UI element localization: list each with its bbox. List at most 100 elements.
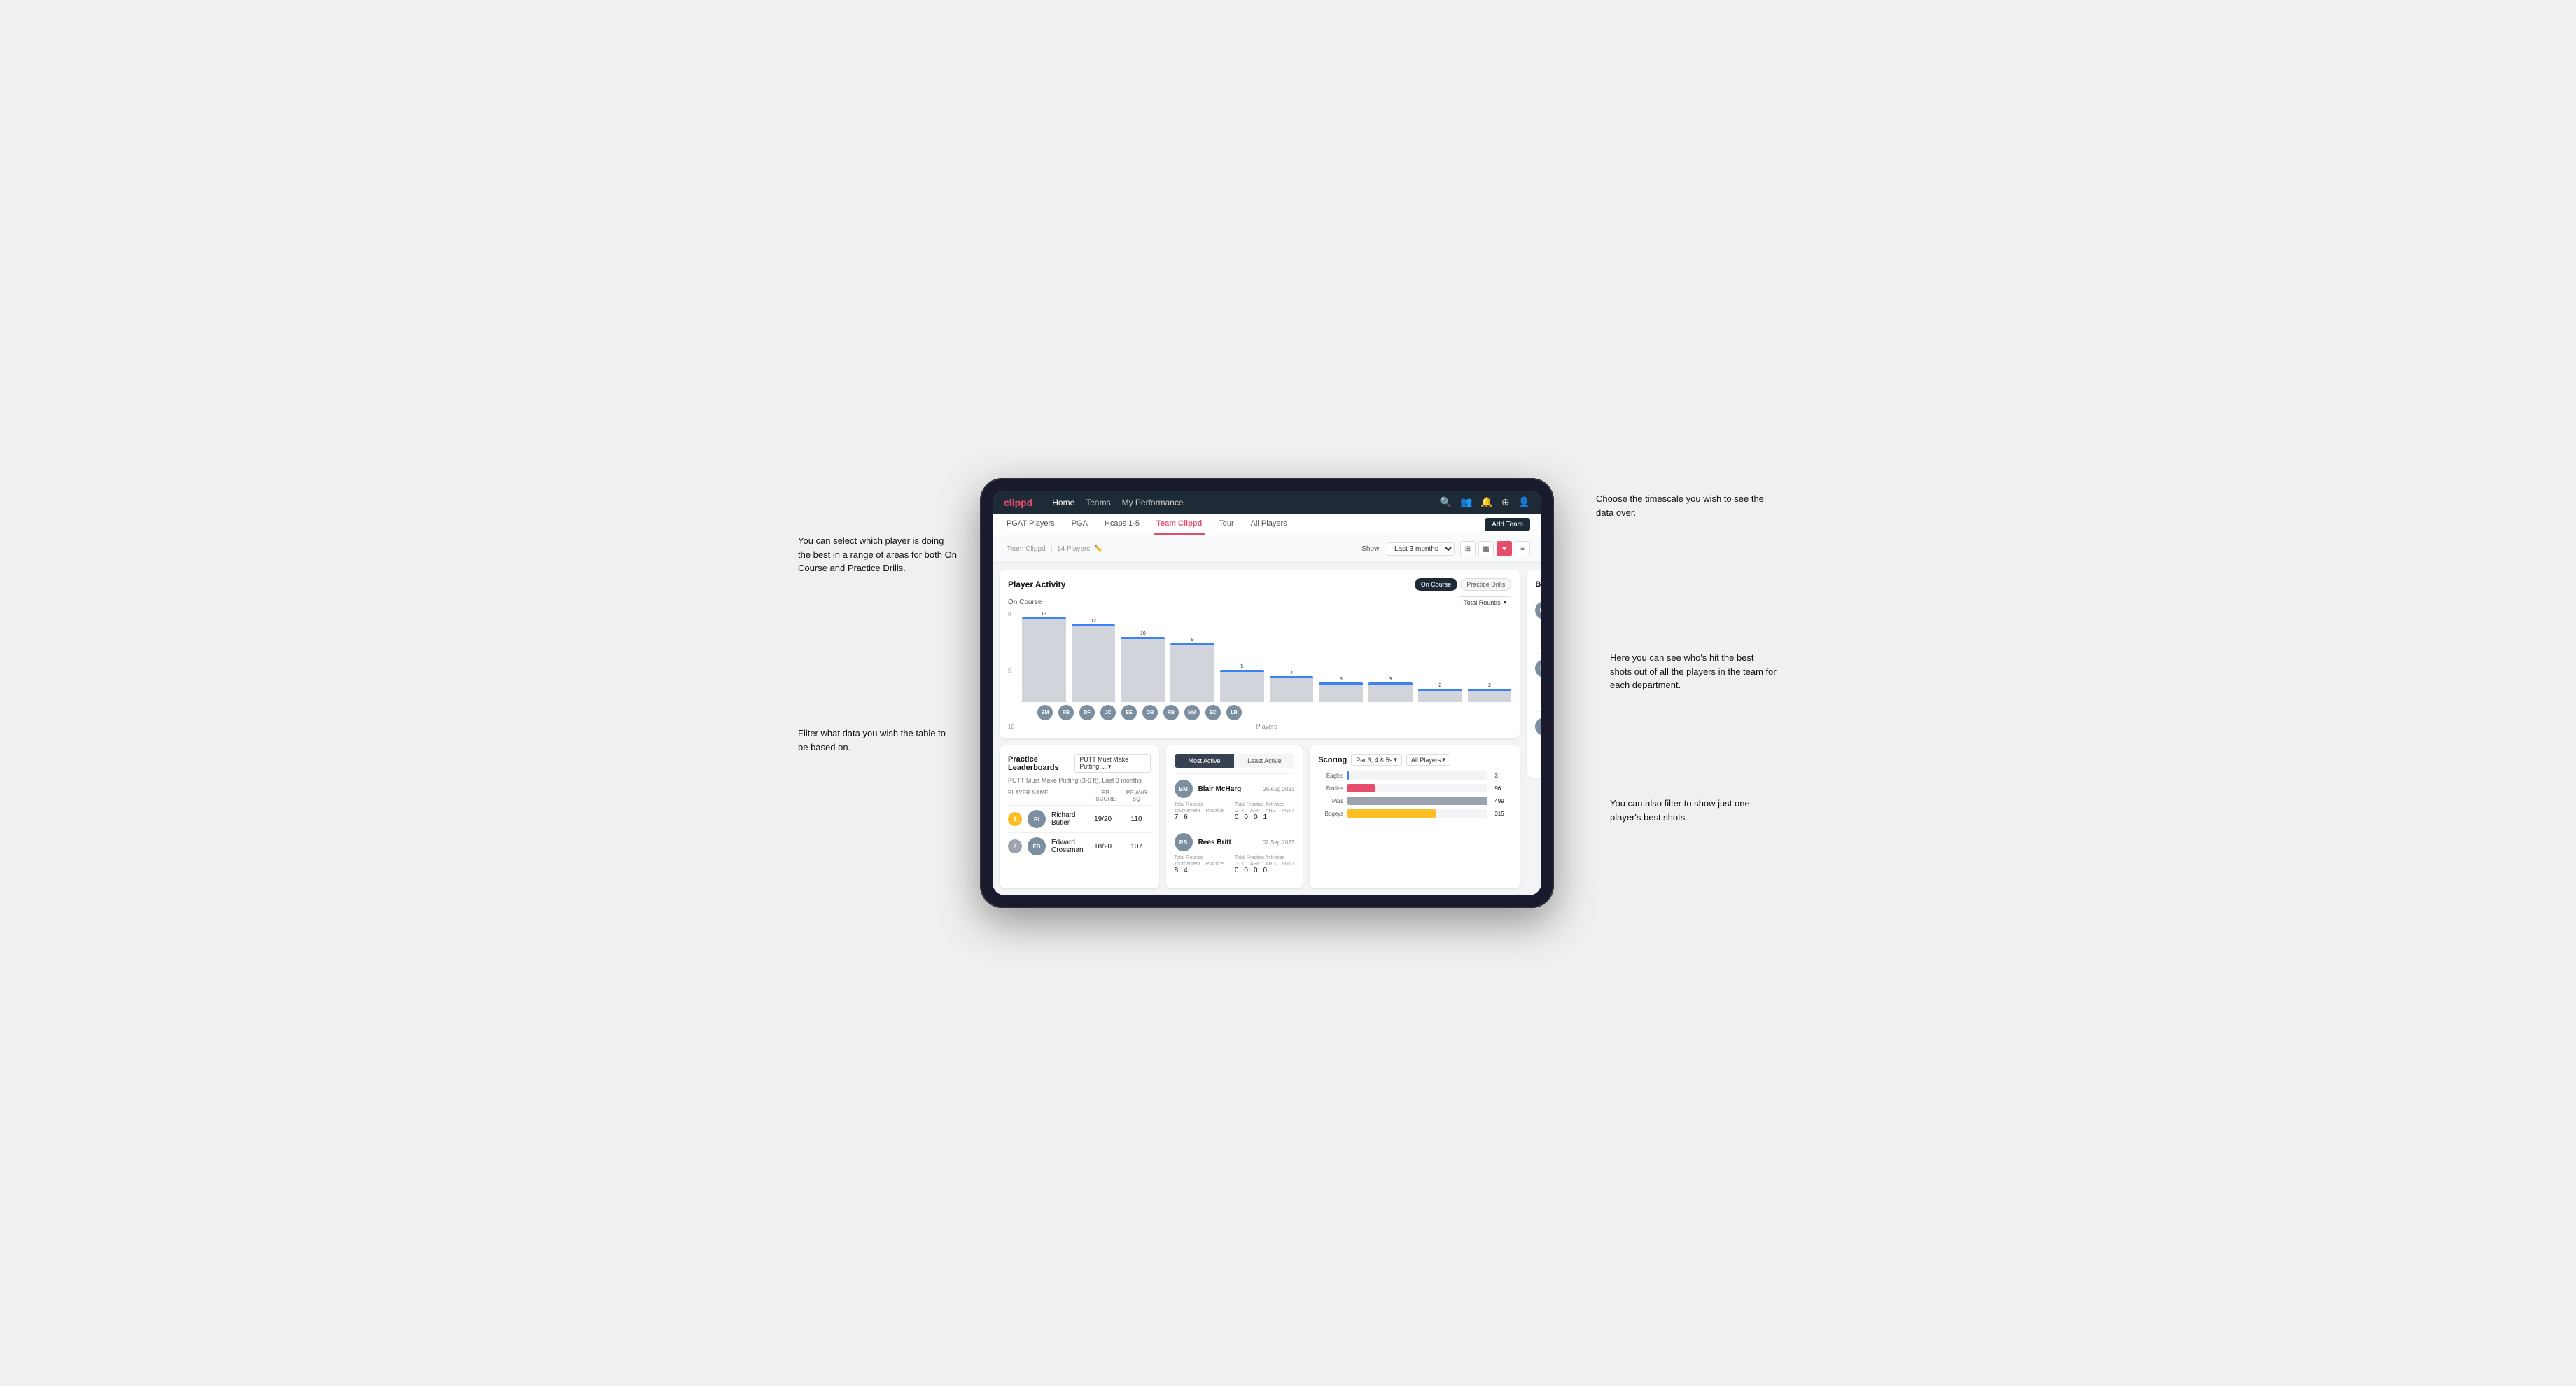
player-name: Richard Butler <box>1051 811 1084 827</box>
view-grid2-icon[interactable]: ▦ <box>1478 541 1494 556</box>
annotation-right-mid: Here you can see who's hit the best shot… <box>1610 651 1778 692</box>
player-name: Edward Crossman <box>1051 839 1084 854</box>
view-list-icon[interactable]: ≡ <box>1515 541 1530 556</box>
active-player-card: RB Rees Britt 02 Sep 2023 Total Rounds T… <box>1175 827 1295 880</box>
shot-player-row: DF David Ford 24 Aug 2023 · Royal North … <box>1535 718 1541 736</box>
bar-column: 13 <box>1022 612 1066 702</box>
rank-badge: 1 <box>1008 812 1022 826</box>
avatar: RB <box>1175 833 1193 851</box>
bar-column: 4 <box>1270 671 1314 702</box>
chart-section-label: On Course <box>1008 598 1042 606</box>
tab-all-players[interactable]: All Players <box>1248 514 1290 535</box>
scoring-chart: Eagles 3 Birdies 96 Pars 499 Bogeys 315 <box>1318 771 1511 818</box>
tab-least-active[interactable]: Least Active <box>1234 754 1294 768</box>
chart-header: On Course Total Rounds ▾ <box>1008 596 1511 608</box>
scoring-value: 315 <box>1494 811 1511 817</box>
leaderboard-cols: PLAYER NAME PB SCORE PB AVG SQ <box>1008 790 1151 802</box>
bar-column: 3 <box>1319 677 1363 702</box>
nav-link-performance[interactable]: My Performance <box>1122 498 1184 507</box>
chart-x-label: Players <box>1022 723 1511 730</box>
toggle-on-course[interactable]: On Course <box>1415 578 1458 591</box>
chart-filter-dropdown[interactable]: Total Rounds ▾ <box>1459 596 1511 608</box>
tab-most-active[interactable]: Most Active <box>1175 754 1235 768</box>
avatar: EC <box>1205 705 1221 720</box>
scoring-label: Birdies <box>1318 785 1343 792</box>
add-team-button[interactable]: Add Team <box>1485 518 1530 531</box>
scoring-label: Pars <box>1318 798 1343 804</box>
tab-team-clippd[interactable]: Team Clippd <box>1154 514 1205 535</box>
leaderboard-filter[interactable]: PUTT Must Make Putting ... ▾ <box>1074 754 1150 773</box>
player-name: Rees Britt <box>1198 839 1231 846</box>
period-select[interactable]: Last 3 months <box>1387 542 1455 556</box>
avatar: ED <box>1028 837 1046 855</box>
best-shots-header: Best Shots All Shots ▾ All Players ▾ <box>1535 578 1541 590</box>
annotation-top-left: You can select which player is doing the… <box>798 534 959 575</box>
sub-nav: PGAT Players PGA Hcaps 1-5 Team Clippd T… <box>993 514 1541 536</box>
bar-column: 5 <box>1220 664 1264 702</box>
nav-links: Home Teams My Performance <box>1052 498 1425 507</box>
avatar: OB <box>1142 705 1158 720</box>
practice-group: Total Practice Activities GTT APP ARG PU… <box>1235 855 1294 874</box>
avatar: MM <box>1535 601 1541 620</box>
leaderboard-row: 2 ED Edward Crossman 18/20 107 <box>1008 832 1151 860</box>
bar-column: 10 <box>1121 631 1165 702</box>
team-title: Team Clippd | 14 Players <box>1004 545 1090 553</box>
avatar: EE <box>1121 705 1137 720</box>
scoring-bar <box>1348 797 1488 805</box>
player-name: Blair McHarg <box>1198 785 1242 793</box>
nav-icons: 🔍 👥 🔔 ⊕ 👤 <box>1440 496 1530 508</box>
people-icon[interactable]: 👥 <box>1460 496 1472 508</box>
shot-item: MM Matt Miller 09 Jun 2023 · Royal North… <box>1535 596 1541 654</box>
nav-link-teams[interactable]: Teams <box>1086 498 1110 507</box>
scoring-row: Pars 499 <box>1318 797 1511 805</box>
avatar: BM <box>1535 659 1541 678</box>
active-stats-row: Total Rounds Tournament Practice 7 6 Tot… <box>1175 802 1295 821</box>
shot-item: DF David Ford 24 Aug 2023 · Royal North … <box>1535 712 1541 769</box>
tab-hcaps[interactable]: Hcaps 1-5 <box>1102 514 1142 535</box>
chart-bars-area: 1312109543322 BMRBDFJCEEOBRBMMECLR Playe… <box>1022 611 1511 730</box>
tablet-frame: clippd Home Teams My Performance 🔍 👥 🔔 ⊕… <box>980 478 1554 908</box>
player-activity-title: Player Activity <box>1008 580 1065 589</box>
profile-icon[interactable]: 👤 <box>1518 496 1530 508</box>
edit-team-icon[interactable]: ✏️ <box>1094 545 1102 553</box>
view-grid4-icon[interactable]: ⊞ <box>1460 541 1476 556</box>
practice-leaderboards-card: Practice Leaderboards PUTT Must Make Put… <box>1000 746 1159 888</box>
scoring-bar <box>1348 809 1436 818</box>
leaderboard-rows: 1 RI Richard Butler 19/20 110 2 ED Edwar… <box>1008 805 1151 860</box>
nav-link-home[interactable]: Home <box>1052 498 1074 507</box>
active-date: 02 Sep 2023 <box>1263 839 1294 846</box>
chart-y-axis: 10 5 0 <box>1008 611 1021 730</box>
toggle-practice[interactable]: Practice Drills <box>1460 578 1511 591</box>
scoring-title: Scoring <box>1318 756 1347 764</box>
practice-val: 6 <box>1184 813 1188 821</box>
add-icon[interactable]: ⊕ <box>1502 496 1510 508</box>
active-tabs: Most Active Least Active <box>1175 754 1295 768</box>
pb-score: 19/20 <box>1089 816 1117 823</box>
bar-column: 3 <box>1368 677 1413 702</box>
tab-pgat-players[interactable]: PGAT Players <box>1004 514 1058 535</box>
player-activity-card: Player Activity On Course Practice Drill… <box>1000 570 1520 738</box>
scoring-filter1[interactable]: Par 3, 4 & 5s ▾ <box>1351 754 1402 766</box>
tab-pga[interactable]: PGA <box>1069 514 1091 535</box>
practice-val: 4 <box>1184 867 1188 874</box>
scoring-row: Bogeys 315 <box>1318 809 1511 818</box>
bell-icon[interactable]: 🔔 <box>1480 496 1492 508</box>
scoring-value: 499 <box>1494 798 1511 804</box>
bar-column: 12 <box>1072 619 1116 702</box>
scoring-value: 96 <box>1494 785 1511 792</box>
rank-badge: 2 <box>1008 839 1022 853</box>
scoring-bar-wrap <box>1348 809 1488 818</box>
avatar: JC <box>1100 705 1116 720</box>
shot-items: MM Matt Miller 09 Jun 2023 · Royal North… <box>1535 596 1541 769</box>
scoring-filter2[interactable]: All Players ▾ <box>1406 754 1450 766</box>
search-icon[interactable]: 🔍 <box>1440 496 1452 508</box>
annotation-bottom-left: Filter what data you wish the table to b… <box>798 727 952 754</box>
view-heart-icon[interactable]: ♥ <box>1497 541 1512 556</box>
active-stats-row: Total Rounds Tournament Practice 8 4 Tot… <box>1175 855 1295 874</box>
tab-tour[interactable]: Tour <box>1216 514 1236 535</box>
scoring-bar <box>1348 784 1374 792</box>
avatars-row: BMRBDFJCEEOBRBMMECLR <box>1022 705 1511 720</box>
main-content: Player Activity On Course Practice Drill… <box>993 563 1541 895</box>
avatar: BM <box>1037 705 1053 720</box>
leaderboard-header: Practice Leaderboards PUTT Must Make Put… <box>1008 754 1151 773</box>
